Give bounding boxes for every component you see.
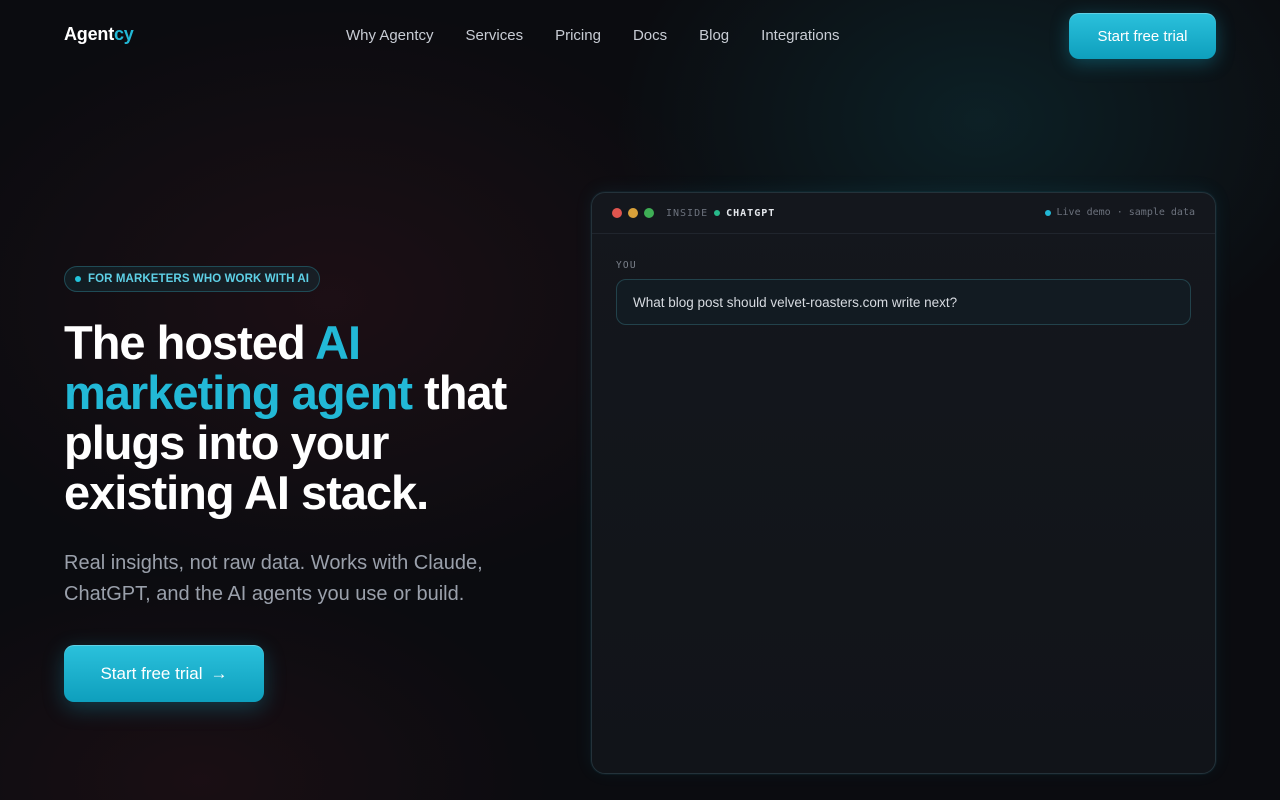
start-free-trial-hero-button[interactable]: Start free trial → (64, 645, 264, 702)
arrow-right-icon: → (210, 663, 228, 683)
nav-link-why-agentcy[interactable]: Why Agentcy (346, 27, 434, 44)
logo-main: Agent (64, 24, 114, 44)
logo-accent: cy (114, 24, 134, 44)
window-controls (612, 208, 654, 218)
minimize-dot-icon (628, 208, 638, 218)
hero-subtitle: Real insights, not raw data. Works with … (64, 552, 483, 605)
app-name: CHATGPT (726, 207, 776, 219)
maximize-dot-icon (644, 208, 654, 218)
live-status-text: Live demo · sample data (1056, 207, 1195, 218)
status-dot-icon (714, 210, 721, 216)
close-dot-icon (612, 208, 622, 218)
nav-link-pricing[interactable]: Pricing (555, 27, 601, 44)
nav-link-docs[interactable]: Docs (633, 27, 667, 44)
live-dot-icon (1044, 209, 1051, 216)
logo[interactable]: Agentcy (64, 24, 134, 45)
chat-demo-panel: INSIDE CHATGPT Live demo · sample data Y… (591, 192, 1216, 774)
top-nav: Agentcy Why Agentcy Services Pricing Doc… (0, 0, 1280, 72)
context-label: INSIDE CHATGPT (666, 208, 775, 219)
badge-label: FOR MARKETERS WHO WORK WITH AI (88, 273, 310, 285)
nav-link-integrations[interactable]: Integrations (761, 27, 839, 44)
audience-badge: FOR MARKETERS WHO WORK WITH AI (64, 266, 321, 292)
live-status: Live demo · sample data (1044, 207, 1195, 218)
start-free-trial-nav-button[interactable]: Start free trial (1069, 13, 1216, 59)
user-message-text: What blog post should velvet-roasters.co… (633, 294, 958, 310)
hero-cta-label: Start free trial (100, 663, 203, 683)
user-message-bubble: What blog post should velvet-roasters.co… (616, 279, 1191, 325)
badge-dot-icon (75, 276, 81, 282)
inside-label: INSIDE (666, 207, 709, 219)
speaker-label: YOU (616, 260, 637, 271)
main-menu: Why Agentcy Services Pricing Docs Blog I… (346, 27, 840, 44)
nav-link-services[interactable]: Services (466, 27, 524, 44)
nav-link-blog[interactable]: Blog (699, 27, 729, 44)
hero-headline: The hosted AI marketing agent that plugs… (64, 318, 534, 518)
panel-titlebar: INSIDE CHATGPT Live demo · sample data (592, 193, 1215, 234)
headline-pre: The hosted (64, 316, 315, 369)
